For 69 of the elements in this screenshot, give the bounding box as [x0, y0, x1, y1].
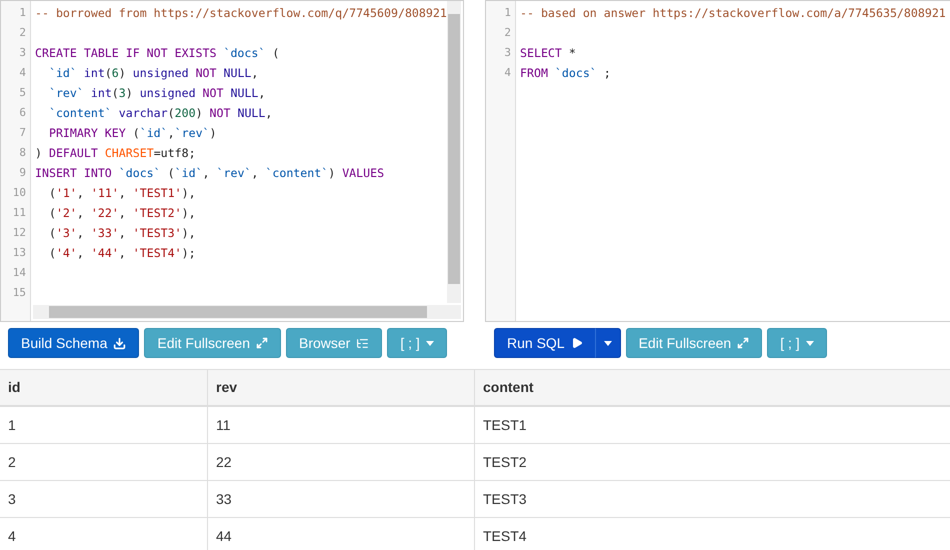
expand-icon [256, 337, 268, 349]
code-line: ('1', '11', 'TEST1'), [48, 186, 196, 200]
code-editor[interactable] [0, 0, 464, 322]
column-header: id [7, 378, 22, 397]
dropdown-toggle[interactable] [594, 328, 621, 358]
browser-button[interactable]: Browser [286, 328, 382, 358]
column-header: rev [207, 370, 474, 405]
table-cell: 44 [207, 518, 474, 550]
line-number: 4 [18, 65, 27, 81]
vertical-scrollbar[interactable] [447, 1, 461, 303]
code-line: `id` int(6) unsigned NOT NULL, [48, 66, 258, 80]
expand-icon [737, 337, 750, 349]
download-icon [113, 336, 126, 350]
table-cell-text: 2 [7, 452, 17, 472]
line-number: 1 [503, 5, 512, 21]
tree-icon [356, 336, 370, 350]
code-line: SELECT * [520, 46, 576, 60]
code-editor[interactable]: 1 2 3 4 -- based on answer https://stackoverflow.com/a/7745635/808921 SELECT * FROM `docs` ; [485, 0, 950, 322]
code-line: -- based on answer https://stackoverflow.com/a/7745635/808921 [520, 6, 946, 20]
code-line: ) DEFAULT CHARSET=utf8; [35, 146, 196, 160]
line-number: 3 [18, 45, 27, 61]
code-line: -- borrowed from https://stackoverflow.com/q/7745609/808921 [35, 6, 447, 20]
table-cell: TEST4 [474, 518, 950, 550]
line-number: 15 [12, 285, 27, 301]
line-number: 9 [18, 165, 27, 181]
code-line: PRIMARY KEY (`id`,`rev`) [48, 126, 217, 140]
caret-icon [426, 340, 434, 346]
edit-fullscreen-button[interactable]: Edit Fullscreen [626, 328, 762, 358]
line-number: 6 [18, 105, 27, 121]
table-cell: 22 [207, 444, 474, 480]
line-number: 12 [12, 225, 27, 241]
table-cell: 11 [207, 407, 474, 443]
line-number: 1 [18, 5, 27, 21]
table-cell: TEST3 [474, 481, 950, 517]
code-line: ('4', '44', 'TEST4'); [48, 246, 196, 260]
line-number: 4 [503, 65, 512, 81]
line-number: 11 [12, 205, 27, 221]
run-sql-button[interactable]: Run SQL [494, 328, 596, 358]
delimiter-button[interactable]: [ ; ] [387, 328, 447, 358]
table-cell-text: 1 [7, 416, 17, 434]
column-header: content [474, 370, 950, 405]
code-line: FROM `docs` ; [520, 66, 611, 80]
horizontal-scrollbar[interactable] [33, 305, 461, 319]
build-schema-button[interactable]: Build Schema [8, 328, 140, 358]
table-cell: TEST2 [474, 444, 950, 480]
line-number: 3 [503, 45, 512, 61]
caret-icon [604, 340, 612, 346]
line-number: 5 [18, 85, 27, 101]
line-number: 13 [12, 245, 27, 261]
line-number: 14 [12, 265, 27, 281]
caret-icon [806, 340, 814, 346]
table-cell-text: 3 [7, 490, 17, 508]
code-line: INSERT INTO `docs` (`id`, `rev`, `content`) VALUES [35, 166, 384, 180]
table-cell-text: 4 [7, 526, 17, 546]
delimiter-button[interactable]: [ ; ] [767, 328, 827, 358]
table-cell: TEST1 [474, 407, 950, 443]
code-line: ('2', '22', 'TEST2'), [48, 206, 196, 220]
edit-fullscreen-button[interactable]: Edit Fullscreen [144, 328, 281, 358]
play-icon [570, 337, 583, 349]
code-line: CREATE TABLE IF NOT EXISTS `docs` ( [35, 46, 280, 60]
code-line: `content` varchar(200) NOT NULL, [48, 106, 272, 120]
code-line: `rev` int(3) unsigned NOT NULL, [48, 86, 266, 100]
line-number: 8 [18, 145, 27, 161]
line-number: 2 [503, 25, 512, 41]
line-number: 7 [18, 125, 27, 141]
table-cell: 33 [207, 481, 474, 517]
line-number: 2 [18, 25, 27, 41]
code-line: ('3', '33', 'TEST3'), [48, 226, 196, 240]
line-number: 10 [12, 185, 27, 201]
